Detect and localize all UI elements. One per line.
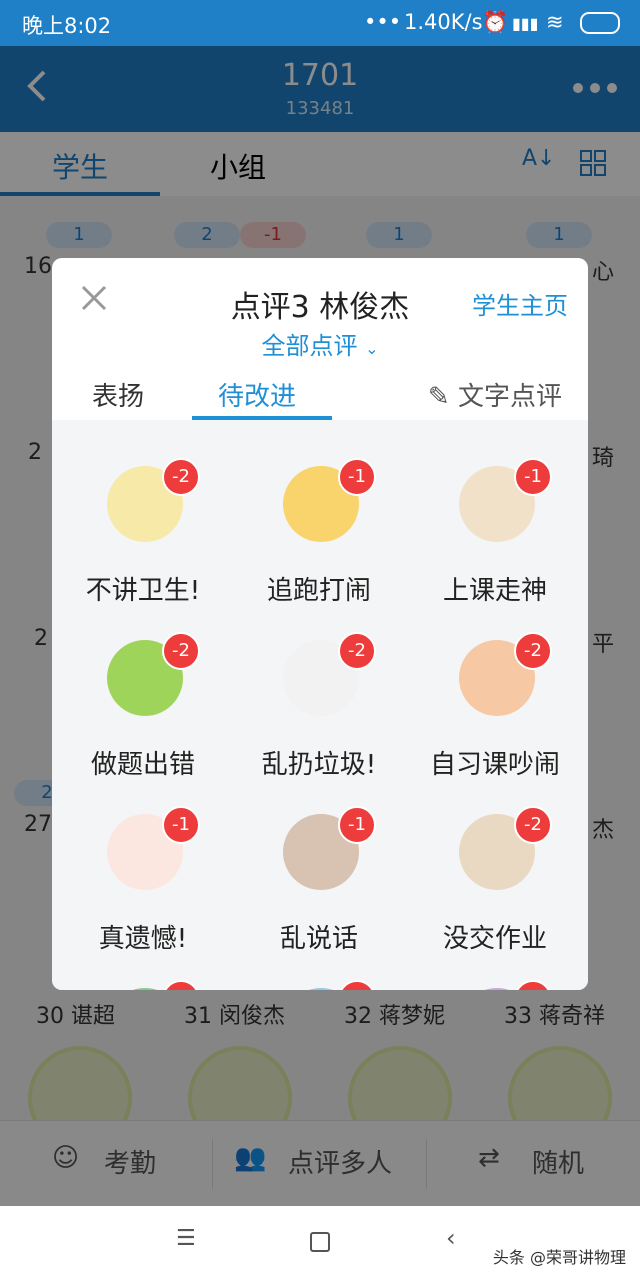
wifi-icon: ≋	[546, 10, 564, 34]
review-item-label: 上课走神	[442, 576, 547, 606]
filter-label: 全部点评	[261, 332, 358, 360]
review-item-label: 做题出错	[90, 750, 195, 780]
tab-praise[interactable]: 表扬	[92, 376, 144, 413]
review-item-label: 乱说话	[279, 924, 358, 954]
review-item[interactable]: -2 不讲卫生!	[54, 444, 232, 618]
review-item-label: 不讲卫生!	[85, 576, 201, 606]
watermark: 头条 @荣哥讲物理	[492, 1248, 626, 1267]
text-review-label: 文字点评	[457, 382, 562, 412]
review-dialog: 点评3 林俊杰 学生主页 全部点评 ⌄ 表扬 待改进 ✎ 文字点评 -2 不讲卫…	[52, 258, 588, 990]
score-badge: -1	[162, 980, 200, 990]
review-filter-dropdown[interactable]: 全部点评 ⌄	[52, 326, 588, 361]
score-badge: -2	[162, 632, 200, 670]
score-badge: -1	[338, 458, 376, 496]
menu-icon[interactable]: ☰	[176, 1226, 196, 1251]
student-home-link[interactable]: 学生主页	[472, 286, 568, 321]
review-item[interactable]: -1 上课走神	[406, 444, 584, 618]
review-item[interactable]: -1	[406, 966, 584, 990]
score-badge: -1	[514, 458, 552, 496]
battery-icon	[580, 12, 620, 34]
review-item-label: 追跑打闹	[266, 576, 371, 606]
review-item-label: 乱扔垃圾!	[261, 750, 377, 780]
score-badge: -2	[514, 806, 552, 844]
review-item[interactable]: -1 真遗憾!	[54, 792, 232, 966]
review-item[interactable]: -1 追跑打闹	[230, 444, 408, 618]
review-item-label: 没交作业	[442, 924, 547, 954]
review-item[interactable]: -2 乱扔垃圾!	[230, 618, 408, 792]
tab-needs-improvement[interactable]: 待改进	[218, 376, 296, 413]
review-item[interactable]: -1	[54, 966, 232, 990]
pencil-icon: ✎	[427, 382, 450, 412]
review-items-grid: -2 不讲卫生! -1 追跑打闹 -1 上课走神 -2 做题出错 -2 乱扔垃圾…	[52, 420, 588, 990]
review-item[interactable]: -2 没交作业	[406, 792, 584, 966]
score-badge: -2	[162, 458, 200, 496]
signal-icon: ▮▮▮	[512, 14, 539, 33]
score-badge: -2	[514, 632, 552, 670]
status-bar: 晚上8:02 ••• 1.40K/s ⏰ ▮▮▮ ≋	[0, 0, 640, 46]
status-time: 晚上8:02	[22, 14, 112, 38]
review-item[interactable]: -2 自习课吵闹	[406, 618, 584, 792]
alarm-icon: ⏰	[482, 10, 509, 34]
review-item[interactable]: -1 乱说话	[230, 792, 408, 966]
system-nav-bar: ☰ ‹ 头条 @荣哥讲物理	[0, 1206, 640, 1280]
score-badge: -2	[338, 632, 376, 670]
chevron-down-icon: ⌄	[365, 339, 379, 358]
review-item-label: 自习课吵闹	[429, 750, 560, 780]
score-badge: -1	[338, 980, 376, 990]
home-icon[interactable]	[310, 1232, 330, 1252]
review-item-label: 真遗憾!	[98, 924, 188, 954]
score-badge: -1	[514, 980, 552, 990]
review-item[interactable]: -2 做题出错	[54, 618, 232, 792]
network-speed: 1.40K/s	[404, 10, 483, 34]
review-item[interactable]: -1	[230, 966, 408, 990]
score-badge: -1	[338, 806, 376, 844]
text-review-button[interactable]: ✎ 文字点评	[428, 376, 562, 413]
score-badge: -1	[162, 806, 200, 844]
status-dots: •••	[364, 10, 402, 34]
back-nav-icon[interactable]: ‹	[446, 1224, 456, 1252]
